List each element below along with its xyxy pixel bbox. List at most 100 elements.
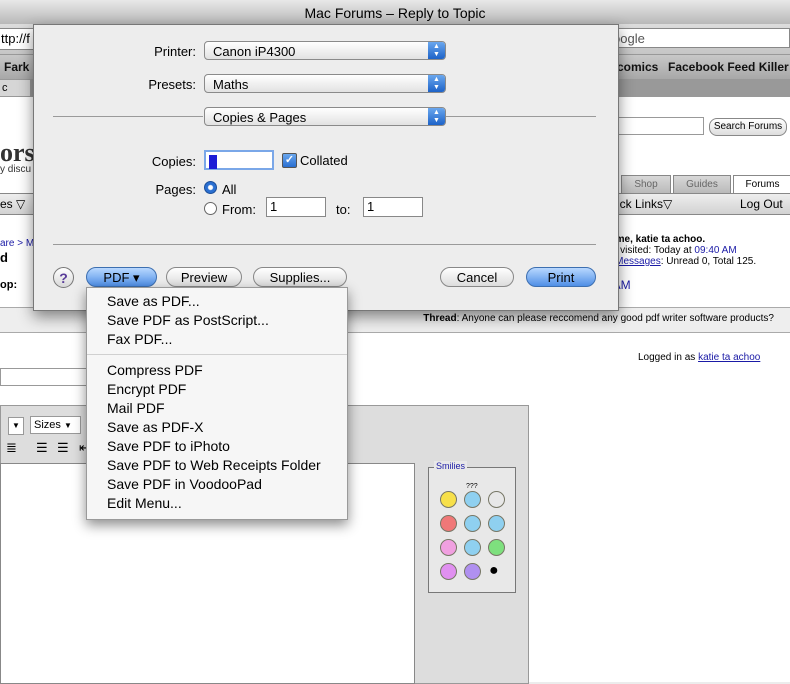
pages-all-radio[interactable]	[204, 181, 217, 194]
logged-in-as: Logged in as katie ta achoo	[638, 352, 760, 363]
chevron-down-icon: ▼	[12, 421, 20, 430]
collated-label: Collated	[300, 153, 348, 168]
menu-item-edit-menu[interactable]: Edit Menu...	[107, 494, 182, 513]
rolleyes-icon[interactable]	[464, 563, 481, 580]
browser-tab[interactable]: c	[0, 80, 30, 96]
pages-label: Pages:	[155, 182, 196, 197]
window-title: Mac Forums – Reply to Topic	[304, 5, 486, 21]
numbered-list-icon[interactable]: ☰	[36, 440, 48, 456]
menu-item-save-as-pdf-x[interactable]: Save as PDF-X	[107, 418, 203, 437]
last-visited-time: 09:40 AM	[694, 245, 737, 256]
panel-value: Copies & Pages	[213, 110, 307, 125]
redface-icon[interactable]	[440, 563, 457, 580]
to-page-input[interactable]: 1	[363, 197, 423, 217]
presets-label: Presets:	[148, 77, 196, 92]
welcome-text: come, katie ta achoo.	[604, 234, 706, 245]
menu-item-mail-pdf[interactable]: Mail PDF	[107, 399, 165, 418]
presets-popup[interactable]: Maths ▲ ▼	[204, 74, 446, 93]
updown-arrows-icon: ▲ ▼	[428, 42, 445, 59]
bookmark-fark[interactable]: Fark	[4, 60, 29, 74]
copies-input[interactable]: 1	[204, 150, 274, 170]
from-page-input[interactable]: 1	[266, 197, 326, 217]
pages-to-label: to:	[336, 202, 351, 217]
last-visited: ast visited: Today at 09:40 AM	[604, 245, 756, 256]
pdf-menu: Save as PDF... Save PDF as PostScript...…	[86, 287, 348, 520]
chevron-down-icon: ▼	[63, 421, 72, 430]
presets-value: Maths	[213, 77, 249, 92]
google-search-field[interactable]: oogle	[606, 28, 790, 48]
nav-left-label: es	[0, 197, 13, 211]
thread-title: Thread: Anyone can please reccomend any …	[423, 313, 774, 324]
menu-item-compress-pdf[interactable]: Compress PDF	[107, 361, 203, 380]
menu-separator	[87, 354, 347, 355]
wink-icon[interactable]	[464, 539, 481, 556]
menu-item-fax-pdf[interactable]: Fax PDF...	[107, 330, 172, 349]
cool-icon[interactable]	[488, 515, 505, 532]
copies-label: Copies:	[151, 154, 196, 169]
font-select[interactable]: ▼	[8, 417, 24, 435]
dialog-divider	[53, 244, 596, 245]
menu-item-encrypt-pdf[interactable]: Encrypt PDF	[107, 380, 186, 399]
quick-links-menu[interactable]: ick Links▽	[617, 197, 672, 211]
search-forums-button[interactable]: Search Forums	[709, 118, 787, 136]
collated-checkbox[interactable]: ✓	[282, 153, 297, 168]
logged-in-label: Logged in as	[638, 352, 699, 363]
align-right-icon[interactable]: ≣	[6, 440, 17, 456]
copies-value: 1	[209, 154, 217, 169]
bookmark-comics[interactable]: comics	[617, 60, 658, 74]
pdf-button[interactable]: PDF ▾	[86, 267, 157, 287]
print-button[interactable]: Print	[526, 267, 596, 287]
menu-item-save-pdf-to-web-receipts[interactable]: Save PDF to Web Receipts Folder	[107, 456, 321, 475]
panel-divider-left	[53, 116, 203, 117]
printer-popup[interactable]: Canon iP4300 ▲ ▼	[204, 41, 446, 60]
thread-label: Thread	[423, 313, 457, 324]
supplies-button[interactable]: Supplies...	[253, 267, 347, 287]
quick-links-label: ick Links	[617, 197, 664, 211]
sizes-label: Sizes	[34, 419, 61, 431]
confused-icon[interactable]	[464, 491, 481, 508]
chevron-down-icon: ▽	[16, 197, 26, 211]
jump-label: op:	[0, 279, 18, 291]
panel-divider-right	[446, 116, 596, 117]
chevron-down-icon: ▽	[663, 197, 673, 211]
smilies-label: Smilies	[434, 461, 468, 471]
messages-line: te Messages: Unread 0, Total 125.	[604, 256, 756, 267]
bookmark-facebook-feed-killer[interactable]: Facebook Feed Killer	[668, 60, 789, 74]
site-tagline: y discu	[0, 164, 32, 175]
cancel-button[interactable]: Cancel	[440, 267, 514, 287]
updown-arrows-icon: ▲ ▼	[428, 75, 445, 92]
biggrin-icon[interactable]	[488, 539, 505, 556]
updown-arrows-icon: ▲ ▼	[428, 108, 445, 125]
eek-icon[interactable]	[488, 491, 505, 508]
menu-item-save-as-pdf[interactable]: Save as PDF...	[107, 292, 200, 311]
tab-shop[interactable]: Shop	[621, 175, 671, 194]
menu-item-save-pdf-to-iphoto[interactable]: Save PDF to iPhoto	[107, 437, 230, 456]
menu-item-save-pdf-as-postscript[interactable]: Save PDF as PostScript...	[107, 311, 269, 330]
printer-value: Canon iP4300	[213, 44, 296, 59]
tab-forums[interactable]: Forums	[733, 175, 790, 194]
smilie-confused-label: ???	[466, 483, 478, 490]
smile-icon[interactable]	[440, 491, 457, 508]
preview-button[interactable]: Preview	[166, 267, 242, 287]
printer-label: Printer:	[154, 44, 196, 59]
logout-link[interactable]: Log Out	[740, 197, 783, 211]
breadcrumb[interactable]: are > M	[0, 238, 34, 249]
messages-stats: : Unread 0, Total 125.	[660, 256, 757, 267]
pages-from-radio[interactable]	[204, 202, 217, 215]
mad-icon[interactable]	[440, 515, 457, 532]
tab-guides[interactable]: Guides	[673, 175, 731, 194]
page-heading: d	[0, 250, 8, 265]
user-link[interactable]: katie ta achoo	[698, 352, 760, 363]
menu-item-save-pdf-in-voodoopad[interactable]: Save PDF in VoodooPad	[107, 475, 262, 494]
pages-from-label: From:	[222, 202, 256, 217]
help-icon[interactable]: ?	[53, 267, 74, 288]
bullet-list-icon[interactable]: ☰	[57, 440, 69, 456]
frown-icon[interactable]	[464, 515, 481, 532]
thread-title-text: : Anyone can please reccomend any good p…	[456, 313, 774, 324]
panel-popup[interactable]: Copies & Pages ▲ ▼	[204, 107, 446, 126]
apple-icon[interactable]: ●	[489, 562, 499, 580]
window-titlebar: Mac Forums – Reply to Topic	[0, 0, 790, 25]
sizes-select[interactable]: Sizes ▼	[30, 416, 81, 434]
nav-left-menu[interactable]: es ▽	[0, 197, 25, 211]
tongue-icon[interactable]	[440, 539, 457, 556]
